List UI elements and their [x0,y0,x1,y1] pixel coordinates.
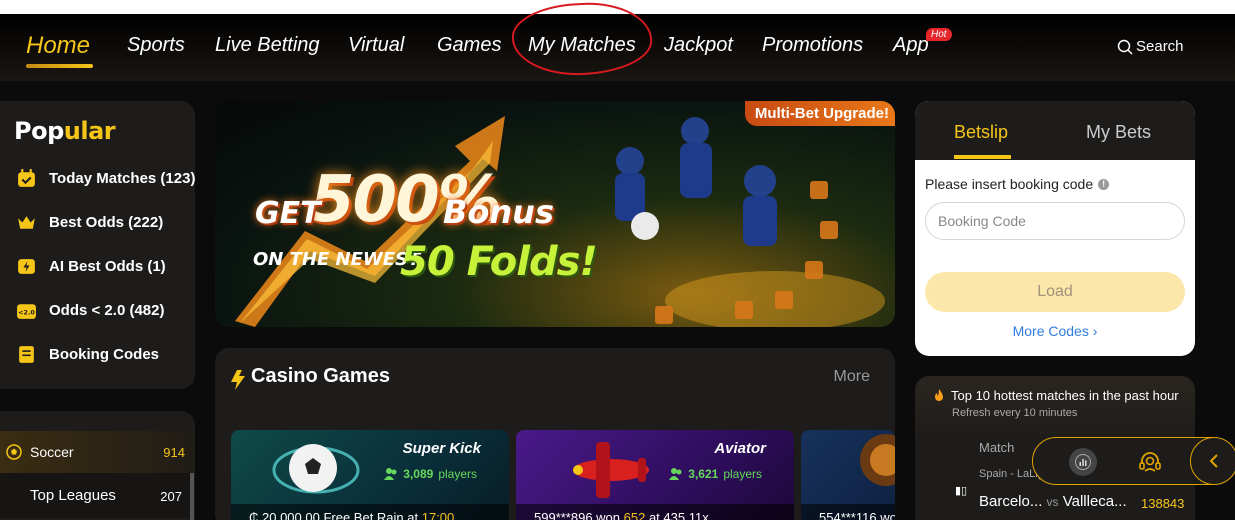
popular-item-label: Today Matches (123) [49,170,196,187]
popular-panel: Popular Today Matches (123) Best Odds (2… [0,101,195,389]
support-button[interactable] [1136,448,1164,476]
hottest-subtitle: Refresh every 10 minutes [952,407,1078,419]
headset-icon [1139,452,1161,472]
booking-prompt: Please insert booking code ! [925,176,1110,192]
search-label: Search [1136,38,1184,55]
popular-item-label: Best Odds (222) [49,214,164,231]
promo-banner[interactable]: Multi-Bet Upgrade! 500% GET Bonus ON THE… [215,101,895,327]
top-leagues-count: 207 [160,489,182,504]
collapse-button[interactable] [1190,437,1235,485]
rank-icon: ▮▯ [955,485,968,497]
hottest-title: Top 10 hottest matches in the past hour [951,388,1179,403]
popular-title: Popular [14,117,116,145]
betslip-panel: Betslip My Bets Please insert booking co… [915,101,1195,356]
soccer-ball-graphic [272,444,360,494]
tab-my-bets[interactable]: My Bets [1086,122,1151,143]
game-card-aviator[interactable]: Aviator 3,621 players 599***896 won 652 a… [516,430,794,520]
hot-badge: Hot [926,28,952,41]
banner-get: GET [255,196,321,231]
search-button[interactable]: Search [1117,38,1184,55]
nav-games[interactable]: Games [437,34,501,57]
popular-item-label: Booking Codes [49,346,160,363]
game-players: 3,621 players [669,467,762,481]
popular-ai-best-odds[interactable]: AI Best Odds (1) [16,256,166,277]
game-players: 3,089 players [384,467,477,481]
crown-icon [18,216,35,229]
roulette-graphic [860,434,895,486]
nav-promotions[interactable]: Promotions [762,34,863,57]
game-name: Super Kick [402,440,481,457]
casino-title: Casino Games [251,365,390,387]
nav-jackpot[interactable]: Jackpot [664,34,733,57]
match-teams[interactable]: Barcelo... vs Vallleca... [979,493,1127,510]
soccer-ball-icon [6,444,22,460]
booking-code-input[interactable] [925,202,1185,240]
chevron-right-icon: › [1092,323,1098,339]
game-name: Aviator [714,440,766,457]
top-leagues-item[interactable]: Top Leagues 207 [0,473,192,518]
nav-virtual[interactable]: Virtual [348,34,404,57]
svg-text:<2.0: <2.0 [18,310,35,317]
lightning-icon [18,259,35,274]
lightning-icon [231,370,245,390]
banner-corner-label: Multi-Bet Upgrade! [744,101,895,126]
plane-graphic [573,442,649,498]
calendar-icon [18,169,35,187]
game-footer: 554***116 wo [801,504,895,520]
bar-chart-icon [1075,454,1091,470]
betslip-tabs: Betslip My Bets [915,101,1195,160]
search-icon [1117,39,1133,55]
floating-toolbar [1032,437,1235,485]
popular-item-label: AI Best Odds (1) [49,258,166,275]
scrollbar[interactable] [190,473,194,520]
banner-folds: 50 Folds! [400,239,598,285]
sport-soccer[interactable]: Soccer 914 [0,431,195,473]
nav-home[interactable]: Home [26,32,90,60]
game-card-super-kick[interactable]: Super Kick 3,089 players ₵ 20,000.00 Free… [231,430,509,520]
tab-betslip[interactable]: Betslip [954,122,1008,143]
top-leagues-label: Top Leagues [30,487,116,504]
nav-active-indicator [26,64,93,68]
tab-active-indicator [954,155,1011,159]
popular-best-odds[interactable]: Best Odds (222) [16,212,163,233]
nav-sports[interactable]: Sports [127,34,185,57]
popular-today-matches[interactable]: Today Matches (123) [16,168,195,189]
game-footer: 599***896 won 652 at 435.11x [516,504,794,520]
casino-more-link[interactable]: More [834,368,870,386]
nav-app[interactable]: App [893,34,929,57]
popular-booking-codes[interactable]: Booking Codes [16,344,159,365]
odds-icon: <2.0 [17,304,36,319]
banner-bonus: Bonus [443,193,554,231]
stats-button[interactable] [1069,448,1097,476]
info-icon[interactable]: ! [1098,178,1110,190]
nav-live-betting[interactable]: Live Betting [215,34,320,57]
sport-label: Soccer [30,444,74,460]
casino-games-section: Casino Games More Super Kick 3,089 player… [215,348,895,520]
game-footer: ₵ 20,000.00 Free Bet Rain at 17:00 [231,504,509,520]
chevron-left-icon [1209,454,1218,468]
banner-newest: ON THE NEWEST [253,249,421,270]
players-icon [384,468,397,480]
sport-count: 914 [163,444,185,460]
sports-panel: Soccer 914 Top Leagues 207 [0,411,195,520]
game-card-partial[interactable]: 554***116 wo [801,430,895,520]
players-icon [669,468,682,480]
more-codes-link[interactable]: More Codes › [915,323,1195,339]
popular-odds-under-2[interactable]: <2.0 Odds < 2.0 (482) [16,300,164,321]
match-column-header: Match [979,440,1015,455]
fire-icon [935,389,943,401]
document-icon [19,346,34,363]
match-count: 138843 [1141,496,1185,511]
load-button[interactable]: Load [925,272,1185,312]
popular-item-label: Odds < 2.0 (482) [49,302,165,319]
